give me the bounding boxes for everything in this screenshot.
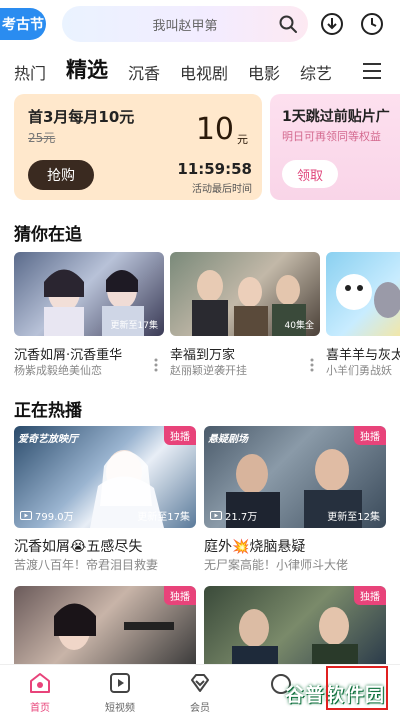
- exclusive-badge: 独播: [164, 426, 196, 445]
- poster-subtitle: 小羊们勇战妖: [326, 364, 392, 377]
- tab-chenxiang[interactable]: 沉香: [128, 60, 160, 84]
- featured-card-subtitle: 无尸案高能！小律师斗大佬: [204, 558, 349, 572]
- short-video-icon: [110, 673, 130, 693]
- promo-price-unit: 元: [237, 133, 248, 146]
- more-icon[interactable]: [154, 358, 158, 372]
- download-icon[interactable]: [320, 12, 344, 36]
- highlight-annotation-box: [326, 666, 388, 710]
- exclusive-badge: 独播: [354, 586, 386, 605]
- vip-promo-card[interactable]: 首3月每月10元 25元 10 元 抢购 11:59:58 活动最后时间: [14, 94, 262, 200]
- tab-movies[interactable]: 电影: [248, 60, 280, 84]
- play-count: 799.0万: [20, 508, 74, 523]
- nav-vip[interactable]: 会员: [170, 671, 230, 714]
- section-title-hot: 正在热播: [14, 401, 82, 421]
- event-logo-text: 考古节: [2, 17, 44, 33]
- brand-tag: 悬疑剧场: [208, 434, 248, 445]
- featured-card-thumbnail[interactable]: 独播: [204, 586, 386, 666]
- search-input[interactable]: 我叫赵甲第: [62, 6, 308, 42]
- play-count-value: 799.0万: [35, 512, 74, 523]
- more-icon[interactable]: [310, 358, 314, 372]
- menu-icon[interactable]: [362, 62, 382, 80]
- tab-variety[interactable]: 综艺: [300, 60, 332, 84]
- tab-hot[interactable]: 热门: [14, 60, 46, 84]
- exclusive-badge: 独播: [354, 426, 386, 445]
- countdown-timer: 11:59:58: [177, 160, 252, 178]
- claim-button-label: 领取: [296, 168, 323, 184]
- play-count-icon: [20, 511, 32, 520]
- poster-title[interactable]: 沉香如屑·沉香重华: [14, 344, 122, 363]
- poster-subtitle: 赵丽颖逆袭开挂: [170, 364, 247, 377]
- featured-card-thumbnail[interactable]: 独播 爱奇艺放映厅 799.0万 更新至17集: [14, 426, 196, 528]
- tab-tv-series[interactable]: 电视剧: [180, 60, 228, 84]
- search-icon[interactable]: [278, 14, 298, 34]
- featured-card-title[interactable]: 庭外💥烧脑悬疑: [204, 536, 305, 556]
- vip-icon: [191, 674, 209, 692]
- top-bar: 考古节 我叫赵甲第: [0, 0, 400, 50]
- section-title-following: 猜你在追: [14, 225, 82, 245]
- episode-badge: 更新至12集: [327, 512, 380, 523]
- countdown-label: 活动最后时间: [192, 184, 252, 195]
- nav-home[interactable]: 首页: [10, 671, 70, 714]
- promo-price: 10: [195, 112, 234, 147]
- poster-subtitle: 杨紫成毅绝美仙恋: [14, 364, 102, 377]
- nav-short-video[interactable]: 短视频: [90, 671, 150, 714]
- play-count-icon: [210, 511, 222, 520]
- history-icon[interactable]: [360, 12, 384, 36]
- poster-title[interactable]: 幸福到万家: [170, 344, 235, 363]
- episode-badge: 40集全: [284, 321, 314, 331]
- brand-tag: 爱奇艺放映厅: [18, 434, 78, 445]
- nav-label: 会员: [190, 703, 210, 714]
- poster-art: [336, 274, 400, 318]
- buy-button-label: 抢购: [47, 168, 75, 184]
- featured-card-subtitle: 苦渡八百年！帝君泪目救妻: [14, 558, 159, 572]
- featured-card-title[interactable]: 沉香如屑😭五感尽失: [14, 536, 142, 556]
- buy-button[interactable]: 抢购: [28, 160, 94, 190]
- claim-button[interactable]: 领取: [282, 160, 338, 188]
- featured-card-thumbnail[interactable]: 独播: [14, 586, 196, 666]
- nav-label: 首页: [30, 703, 50, 714]
- search-placeholder: 我叫赵甲第: [152, 18, 218, 34]
- home-icon: [30, 673, 50, 693]
- promo2-subtitle: 明日可再领同等权益: [282, 130, 381, 143]
- poster-title[interactable]: 喜羊羊与灰太: [326, 344, 400, 363]
- event-logo-badge[interactable]: 考古节: [0, 8, 46, 40]
- poster-thumbnail[interactable]: 40集全: [170, 252, 320, 336]
- category-tabs: 热门 精选 沉香 电视剧 电影 综艺: [0, 54, 400, 86]
- ad-skip-promo-card[interactable]: 1天跳过前贴片广 明日可再领同等权益 领取: [270, 94, 400, 200]
- promo-old-price: 25元: [28, 131, 56, 145]
- promo-title: 首3月每月10元: [28, 108, 135, 126]
- episode-badge: 更新至17集: [110, 321, 158, 331]
- play-count: 21.7万: [210, 508, 257, 523]
- play-count-value: 21.7万: [225, 512, 258, 523]
- poster-thumbnail[interactable]: 更新至17集: [14, 252, 164, 336]
- exclusive-badge: 独播: [164, 586, 196, 605]
- poster-thumbnail[interactable]: [326, 252, 400, 336]
- promo2-title: 1天跳过前贴片广: [282, 109, 390, 125]
- episode-badge: 更新至17集: [137, 512, 190, 523]
- tab-featured[interactable]: 精选: [66, 54, 108, 84]
- nav-label: 短视频: [105, 703, 135, 714]
- featured-card-thumbnail[interactable]: 独播 悬疑剧场 21.7万 更新至12集: [204, 426, 386, 528]
